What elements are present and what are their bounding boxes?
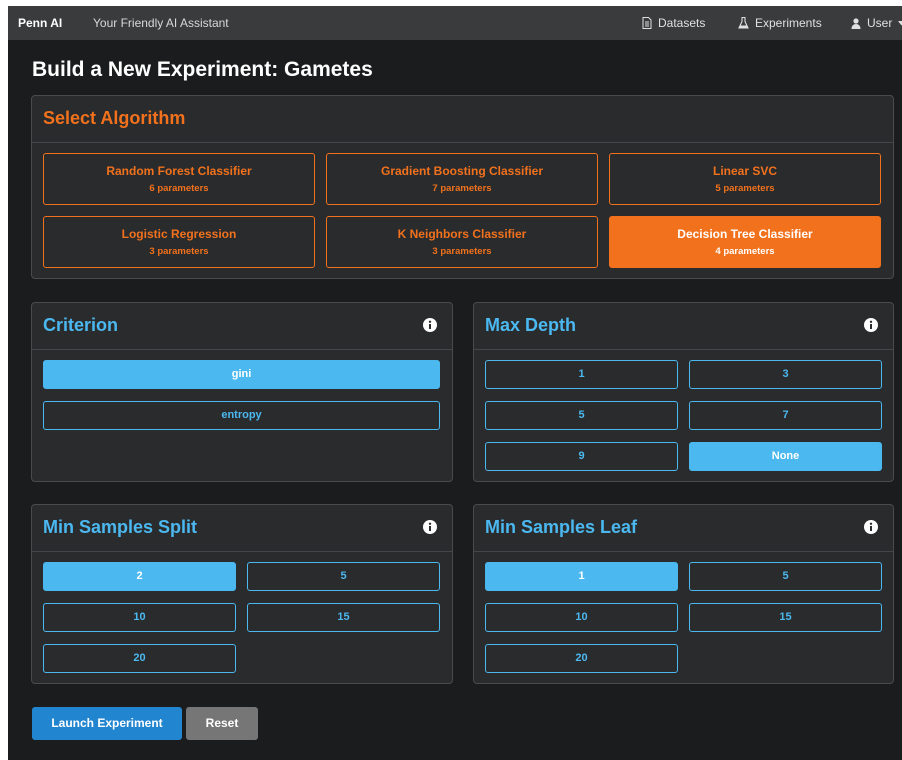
min-samples-leaf-option-20[interactable]: 20: [485, 644, 678, 673]
navbar: Penn AI Your Friendly AI Assistant Datas…: [8, 6, 902, 40]
algorithm-params: 6 parameters: [149, 183, 209, 194]
algorithm-name: Gradient Boosting Classifier: [380, 164, 544, 178]
min-samples-leaf-option-1[interactable]: 1: [485, 562, 678, 591]
max-depth-panel-title: Max Depth: [485, 315, 577, 335]
algorithm-params: 3 parameters: [432, 246, 492, 257]
file-icon: [642, 17, 652, 29]
algorithm-panel-title: Select Algorithm: [43, 108, 186, 128]
algorithm-name: K Neighbors Classifier: [397, 227, 527, 241]
algorithm-k-neighbors[interactable]: K Neighbors Classifier 3 parameters: [326, 216, 598, 268]
algorithm-name: Decision Tree Classifier: [677, 227, 813, 241]
criterion-panel-title: Criterion: [43, 315, 119, 335]
min-samples-split-panel-header: Min Samples Split: [32, 505, 452, 552]
criterion-option-entropy[interactable]: entropy: [43, 401, 440, 430]
max-depth-option-5[interactable]: 5: [485, 401, 678, 430]
algorithm-random-forest[interactable]: Random Forest Classifier 6 parameters: [43, 153, 315, 205]
app-window: Penn AI Your Friendly AI Assistant Datas…: [8, 6, 902, 760]
criterion-option-gini[interactable]: gini: [43, 360, 440, 389]
info-circle-icon[interactable]: [423, 318, 437, 337]
nav-experiments[interactable]: Experiments: [738, 16, 822, 30]
max-depth-option-3[interactable]: 3: [689, 360, 882, 389]
criterion-panel: Criterion gini entropy: [31, 302, 453, 482]
min-samples-split-panel-title: Min Samples Split: [43, 517, 198, 537]
user-icon: [851, 17, 861, 29]
nav-user-label: User: [867, 16, 893, 30]
criterion-panel-header: Criterion: [32, 303, 452, 350]
nav-datasets[interactable]: Datasets: [642, 16, 705, 30]
min-samples-split-option-10[interactable]: 10: [43, 603, 236, 632]
max-depth-option-1[interactable]: 1: [485, 360, 678, 389]
max-depth-panel: Max Depth 1 3 5 7 9 None: [473, 302, 894, 482]
algorithm-name: Linear SVC: [712, 164, 778, 178]
launch-experiment-button[interactable]: Launch Experiment: [32, 707, 182, 740]
reset-button[interactable]: Reset: [186, 707, 258, 740]
algorithm-decision-tree[interactable]: Decision Tree Classifier 4 parameters: [609, 216, 881, 268]
min-samples-split-option-20[interactable]: 20: [43, 644, 236, 673]
min-samples-split-option-2[interactable]: 2: [43, 562, 236, 591]
max-depth-option-9[interactable]: 9: [485, 442, 678, 471]
info-circle-icon[interactable]: [423, 520, 437, 539]
nav-user-menu[interactable]: User: [851, 16, 902, 30]
info-circle-icon[interactable]: [864, 318, 878, 337]
algorithm-params: 3 parameters: [149, 246, 209, 257]
algorithm-panel: Select Algorithm Random Forest Classifie…: [31, 95, 894, 279]
brand-logo[interactable]: Penn AI: [18, 16, 62, 30]
min-samples-leaf-panel-header: Min Samples Leaf: [474, 505, 893, 552]
algorithm-logistic-regression[interactable]: Logistic Regression 3 parameters: [43, 216, 315, 268]
algorithm-params: 7 parameters: [432, 183, 492, 194]
nav-experiments-label: Experiments: [755, 16, 822, 30]
algorithm-name: Random Forest Classifier: [106, 164, 252, 178]
tagline: Your Friendly AI Assistant: [93, 16, 229, 30]
min-samples-leaf-option-15[interactable]: 15: [689, 603, 882, 632]
caret-down-icon: [898, 20, 902, 26]
algorithm-name: Logistic Regression: [121, 227, 237, 241]
max-depth-panel-header: Max Depth: [474, 303, 893, 350]
algorithm-linear-svc[interactable]: Linear SVC 5 parameters: [609, 153, 881, 205]
max-depth-option-none[interactable]: None: [689, 442, 882, 471]
info-circle-icon[interactable]: [864, 520, 878, 539]
min-samples-leaf-panel: Min Samples Leaf 1 5 10 15 20: [473, 504, 894, 684]
algorithm-panel-header: Select Algorithm: [32, 96, 893, 143]
flask-icon: [738, 17, 749, 29]
algorithm-gradient-boosting[interactable]: Gradient Boosting Classifier 7 parameter…: [326, 153, 598, 205]
min-samples-leaf-panel-title: Min Samples Leaf: [485, 517, 638, 537]
nav-datasets-label: Datasets: [658, 16, 706, 30]
max-depth-option-7[interactable]: 7: [689, 401, 882, 430]
min-samples-leaf-option-10[interactable]: 10: [485, 603, 678, 632]
algorithm-params: 5 parameters: [715, 183, 775, 194]
min-samples-leaf-option-5[interactable]: 5: [689, 562, 882, 591]
min-samples-split-option-15[interactable]: 15: [247, 603, 440, 632]
page-title: Build a New Experiment: Gametes: [32, 58, 373, 81]
min-samples-split-panel: Min Samples Split 2 5 10 15 20: [31, 504, 453, 684]
min-samples-split-option-5[interactable]: 5: [247, 562, 440, 591]
algorithm-params: 4 parameters: [715, 246, 775, 257]
